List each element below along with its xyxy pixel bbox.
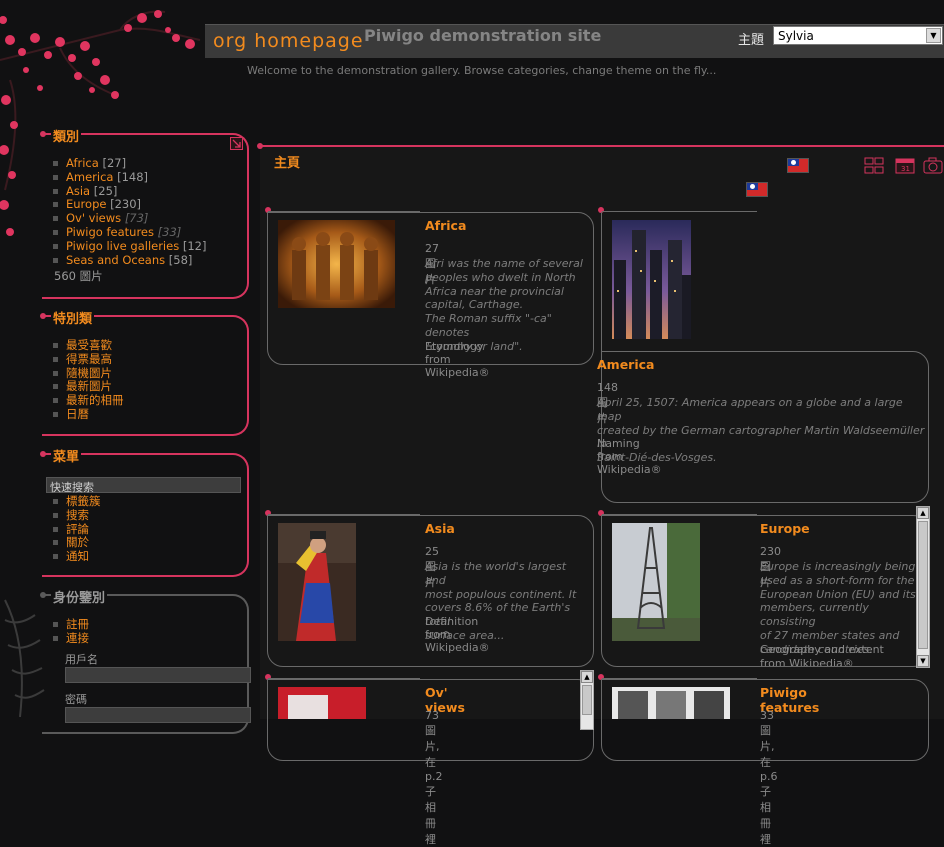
category-item[interactable]: Ov' views [73] <box>53 211 206 226</box>
identification-item[interactable]: 連接 <box>53 631 89 646</box>
language-flag-icon[interactable] <box>787 158 809 173</box>
theme-label: 主題 <box>738 33 765 48</box>
menu-item[interactable]: 搜索 <box>53 508 101 523</box>
specials-list: 最受喜歡 得票最高 隨機圖片 最新圖片 最新的相冊 日曆 <box>53 338 124 422</box>
scrollbar-thumb[interactable] <box>918 521 928 649</box>
calendar-icon[interactable]: 31 <box>895 157 915 174</box>
category-list: Africa [27] America [148] Asia [25] Euro… <box>53 156 206 268</box>
header-bar: org homepage Piwigo demonstration site 主… <box>205 24 944 58</box>
description-scrollbar[interactable]: ▲ ▼ <box>916 506 930 668</box>
menu-item[interactable]: 通知 <box>53 549 101 564</box>
category-item[interactable]: Asia [25] <box>53 184 206 199</box>
specials-item[interactable]: 隨機圖片 <box>53 366 124 381</box>
menu-title: 菜單 <box>51 446 82 465</box>
username-input[interactable] <box>65 667 251 683</box>
box-dot <box>40 313 46 319</box>
specials-item[interactable]: 最新圖片 <box>53 379 124 394</box>
europe-thumbnail[interactable] <box>612 523 700 641</box>
menu-box: 菜單 快速搜索 標籤簇 搜索 評論 關於 通知 <box>40 446 249 577</box>
category-name[interactable]: America <box>597 357 654 372</box>
box-dot <box>40 451 46 457</box>
collapse-icon[interactable] <box>230 137 243 150</box>
camera-icon[interactable] <box>923 157 944 174</box>
africa-thumbnail[interactable] <box>278 220 395 308</box>
category-source: Definition from Wikipedia® <box>425 615 490 654</box>
site-title: Piwigo demonstration site <box>364 26 602 45</box>
ov-views-thumbnail[interactable] <box>278 687 366 719</box>
box-dot <box>40 592 46 598</box>
identification-box: 身份鑒別 註冊 連接 用戶名 密碼 <box>40 587 251 734</box>
category-count: 33 圖片, 在p.6 子相冊裡 <box>760 709 778 846</box>
page-title: 主頁 <box>274 156 301 171</box>
specials-item[interactable]: 最受喜歡 <box>53 338 124 353</box>
category-item[interactable]: Europe [230] <box>53 197 206 212</box>
menu-item[interactable]: 關於 <box>53 535 101 550</box>
category-source: Etymology from Wikipedia® <box>425 340 490 379</box>
homepage-link[interactable]: org homepage <box>213 30 364 52</box>
scroll-up-icon[interactable]: ▲ <box>581 671 593 683</box>
svg-text:31: 31 <box>901 165 910 173</box>
password-label: 密碼 <box>65 693 87 706</box>
category-item[interactable]: Africa [27] <box>53 156 206 171</box>
chevron-down-icon[interactable]: ▼ <box>926 28 941 43</box>
category-item[interactable]: Piwigo live galleries [12] <box>53 239 206 254</box>
category-name[interactable]: Europe <box>760 521 810 536</box>
box-dot <box>40 131 46 137</box>
scroll-down-icon[interactable]: ▼ <box>917 655 929 667</box>
identification-list: 註冊 連接 <box>53 617 89 646</box>
language-flag-icon[interactable] <box>746 182 768 197</box>
asia-thumbnail[interactable] <box>278 523 356 641</box>
identification-title: 身份鑒別 <box>51 587 108 606</box>
piwigo-features-thumbnail[interactable] <box>612 687 730 719</box>
menu-item[interactable]: 評論 <box>53 522 101 537</box>
description-scrollbar[interactable]: ▲ <box>580 670 594 730</box>
identification-item[interactable]: 註冊 <box>53 617 89 632</box>
america-thumbnail[interactable] <box>612 220 691 339</box>
scrollbar-thumb[interactable] <box>582 685 592 715</box>
categories-title: 類別 <box>51 126 82 145</box>
main-content: 主頁 31 Africa 27 圖片 Afri was the name of … <box>257 143 944 846</box>
grid-view-icon[interactable] <box>864 157 884 174</box>
specials-box: 特別類 最受喜歡 得票最高 隨機圖片 最新圖片 最新的相冊 日曆 <box>40 308 249 436</box>
category-total: 560 圖片 <box>54 269 103 283</box>
category-count: 73 圖片, 在p.2 子相冊裡 <box>425 709 443 846</box>
menu-list: 標籤簇 搜索 評論 關於 通知 <box>53 494 101 564</box>
category-name[interactable]: Africa <box>425 218 466 233</box>
quick-search-input[interactable]: 快速搜索 <box>46 477 241 494</box>
theme-select[interactable]: Sylvia ▼ <box>773 26 943 45</box>
main-dot <box>257 143 263 149</box>
theme-select-value: Sylvia <box>778 29 814 43</box>
scroll-up-icon[interactable]: ▲ <box>917 507 929 519</box>
specials-title: 特別類 <box>51 308 95 327</box>
category-source: Geography and extent from Wikipedia® <box>760 643 884 666</box>
menu-item[interactable]: 標籤簇 <box>53 494 101 509</box>
specials-item[interactable]: 日曆 <box>53 407 124 422</box>
category-item[interactable]: Piwigo features [33] <box>53 225 206 240</box>
category-item[interactable]: America [148] <box>53 170 206 185</box>
welcome-message: Welcome to the demonstration gallery. Br… <box>247 64 717 77</box>
specials-item[interactable]: 最新的相冊 <box>53 393 124 408</box>
category-source: Naming from Wikipedia® <box>597 437 662 476</box>
category-name[interactable]: Asia <box>425 521 455 536</box>
password-input[interactable] <box>65 707 251 723</box>
username-label: 用戶名 <box>65 653 98 666</box>
categories-box: 類別 Africa [27] America [148] Asia [25] E… <box>40 126 249 299</box>
category-item[interactable]: Seas and Oceans [58] <box>53 253 206 268</box>
leaf-decoration <box>4 599 45 717</box>
specials-item[interactable]: 得票最高 <box>53 352 124 367</box>
